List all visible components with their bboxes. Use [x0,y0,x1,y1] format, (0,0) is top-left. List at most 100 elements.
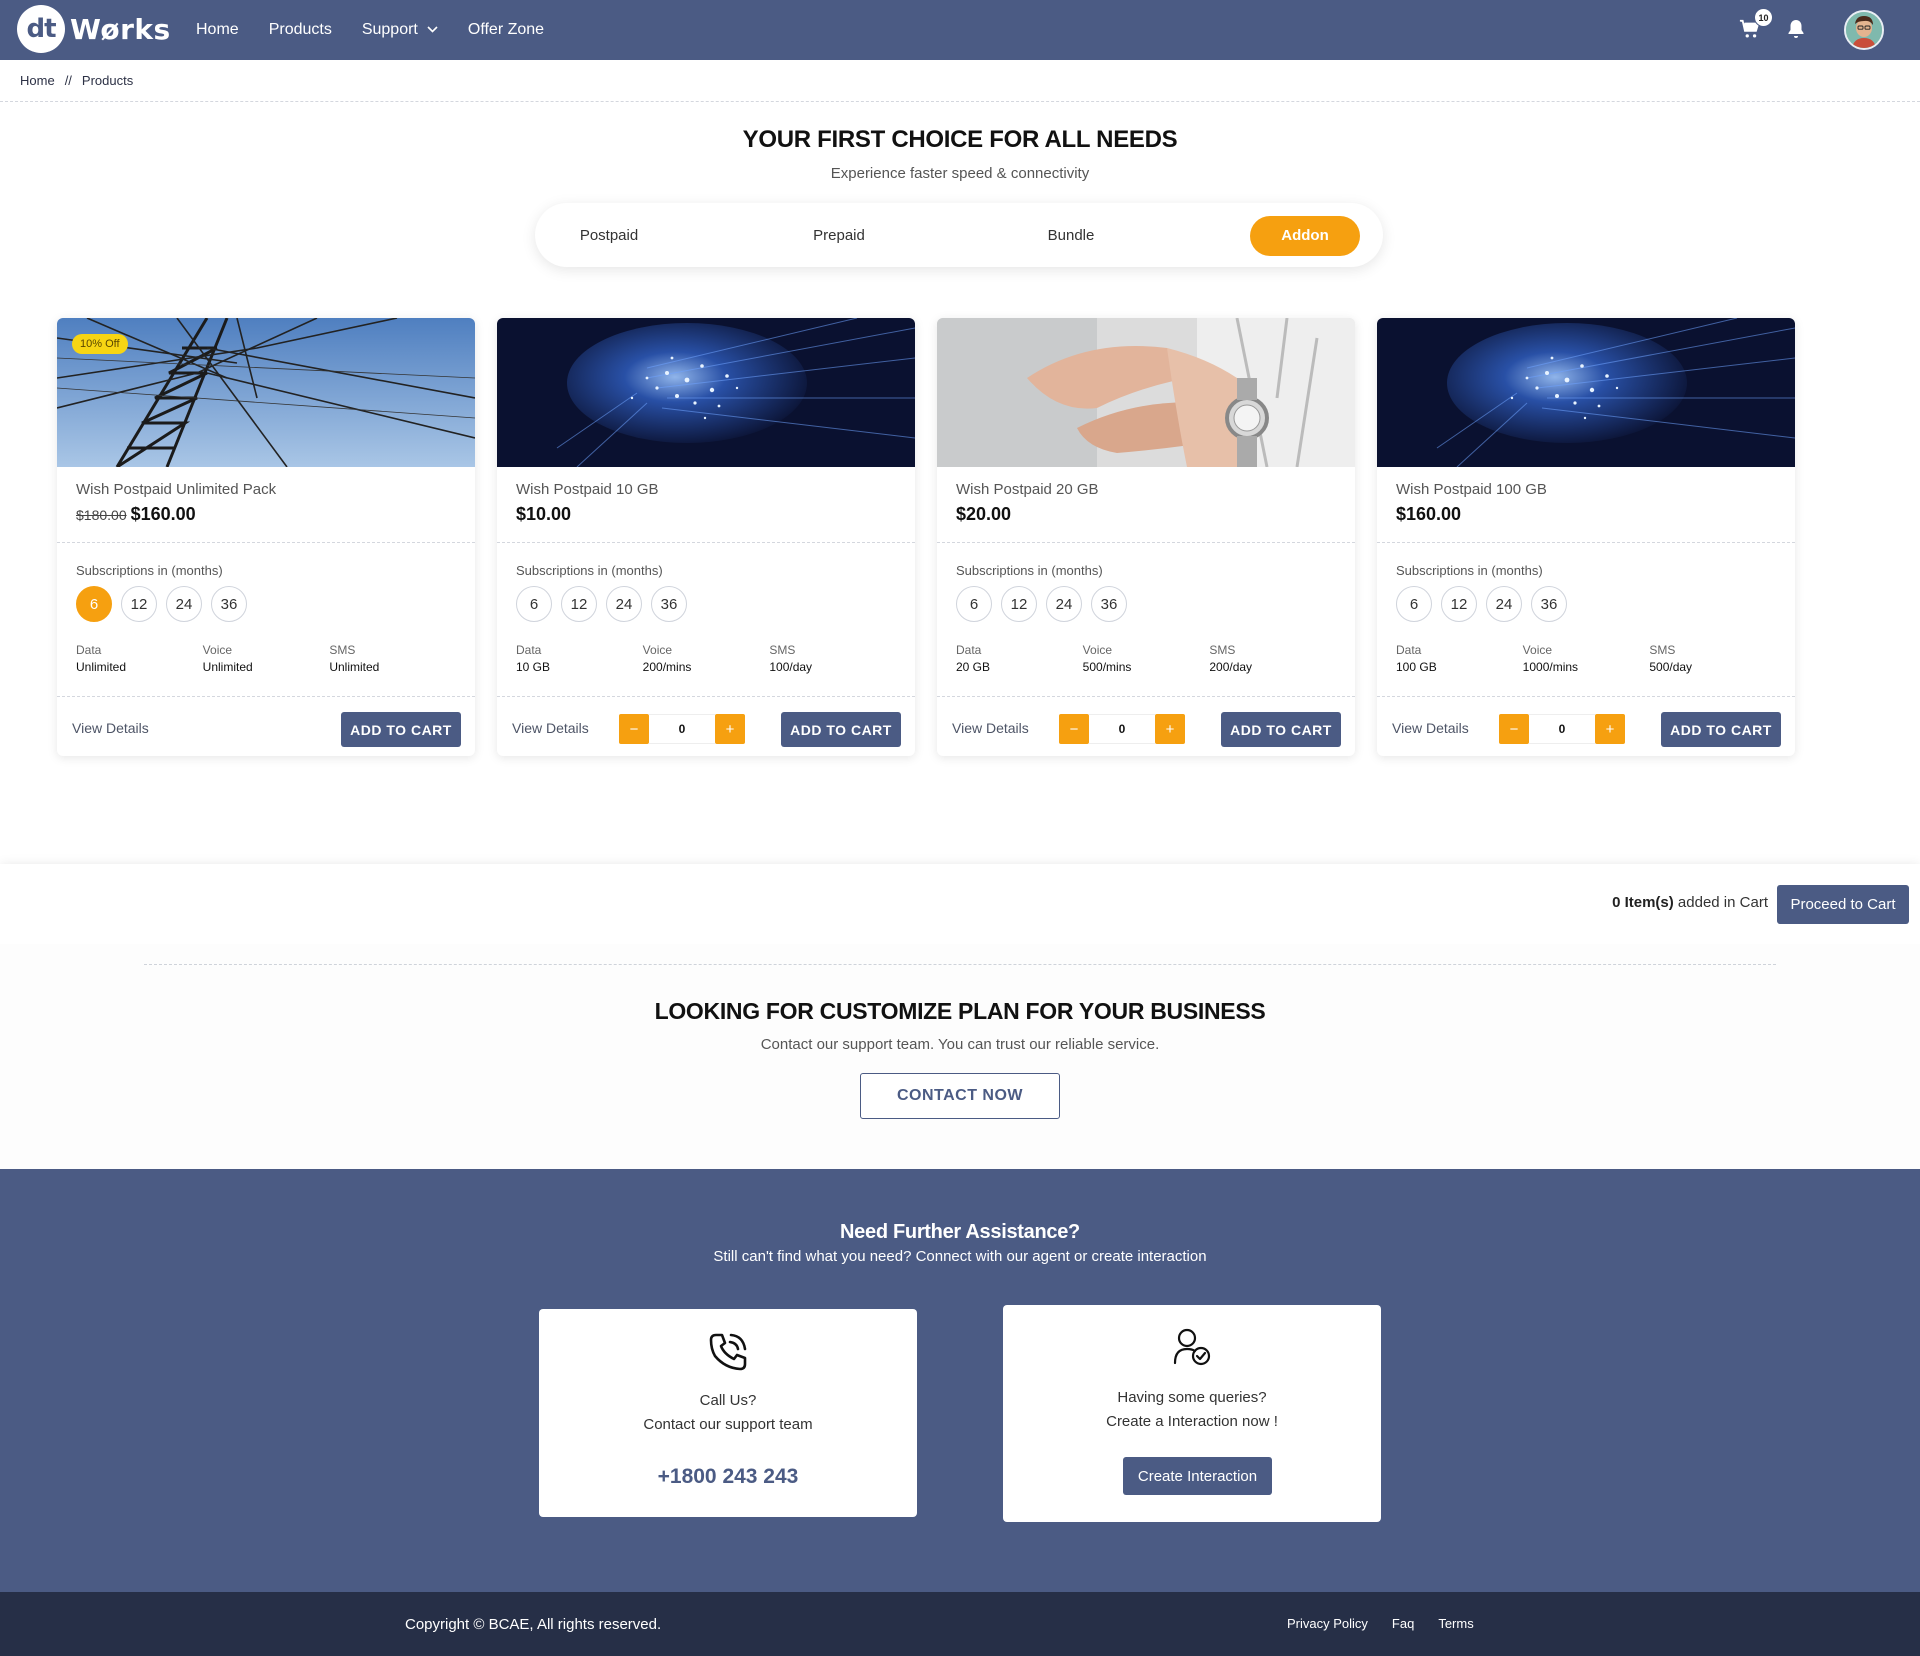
subscription-options: 6 12 24 36 [1396,586,1567,622]
subscription-options: 6 12 24 36 [76,586,247,622]
quantity-input[interactable]: 0 [1089,714,1155,744]
create-interaction-button[interactable]: Create Interaction [1123,1457,1272,1495]
spec-data: Data 20 GB [956,643,1083,674]
footer: Copyright © BCAE, All rights reserved. P… [0,1592,1920,1656]
spec-voice: Voice 1000/mins [1523,643,1650,674]
product-specs: Data Unlimited Voice Unlimited SMS Unlimite… [76,643,456,674]
spec-label: Data [76,643,102,657]
section-divider [144,964,1776,965]
subscription-option-24[interactable]: 24 [606,586,642,622]
subscription-option-12[interactable]: 12 [1441,586,1477,622]
add-to-cart-button[interactable]: ADD TO CART [1661,712,1781,747]
subscription-label: Subscriptions in (months) [956,563,1103,578]
view-details-link[interactable]: View Details [952,720,1029,736]
assistance-section: Need Further Assistance? Still can't fin… [0,1169,1920,1592]
breadcrumb-home[interactable]: Home [20,73,55,88]
spec-data: Data 10 GB [516,643,643,674]
spec-sms: SMS 200/day [1209,643,1336,674]
spec-label: Voice [1082,643,1113,657]
spec-label: Voice [202,643,233,657]
subscription-option-12[interactable]: 12 [561,586,597,622]
view-details-link[interactable]: View Details [512,720,589,736]
breadcrumb-current: Products [81,73,134,88]
tab-addon[interactable]: Addon [1250,216,1360,256]
view-details-link[interactable]: View Details [1392,720,1469,736]
subscription-option-12[interactable]: 12 [121,586,157,622]
footer-link-faq[interactable]: Faq [1392,1616,1414,1631]
nav-home[interactable]: Home [196,21,239,39]
subscription-option-6[interactable]: 6 [956,586,992,622]
quantity-input[interactable]: 0 [1529,714,1595,744]
subscription-option-12[interactable]: 12 [1001,586,1037,622]
product-image-phone-hands [937,318,1355,467]
subscription-option-36[interactable]: 36 [651,586,687,622]
tab-postpaid[interactable]: Postpaid [549,216,669,256]
add-to-cart-button[interactable]: ADD TO CART [341,712,461,747]
spec-value: Unlimited [76,660,127,674]
product-price: $20.00 [956,504,1012,524]
card-divider [497,696,915,697]
contact-now-button[interactable]: CONTACT NOW [860,1073,1060,1119]
tab-bundle[interactable]: Bundle [1011,216,1131,256]
subscription-option-24[interactable]: 24 [1486,586,1522,622]
nav-products-label: Products [268,21,332,38]
spec-value: 500/day [1649,660,1693,674]
subscription-option-36[interactable]: 36 [1091,586,1127,622]
decrement-button[interactable]: − [1499,714,1529,744]
increment-button[interactable]: + [715,714,745,744]
spec-value: 100 GB [1396,660,1437,674]
spec-label: Data [516,643,542,657]
spec-value: 10 GB [516,660,551,674]
subscription-label: Subscriptions in (months) [1396,563,1543,578]
subscription-option-36[interactable]: 36 [211,586,247,622]
card-divider [1377,696,1795,697]
assistance-title: Need Further Assistance? [840,1221,1080,1243]
decrement-button[interactable]: − [619,714,649,744]
subscription-option-24[interactable]: 24 [1046,586,1082,622]
support-phone-number[interactable]: +1800 243 243 [539,1465,917,1489]
spec-value: Unlimited [329,660,380,674]
header-actions: 10 [1739,0,1884,60]
increment-button[interactable]: + [1155,714,1185,744]
subscription-option-36[interactable]: 36 [1531,586,1567,622]
spec-data: Data 100 GB [1396,643,1523,674]
add-to-cart-button[interactable]: ADD TO CART [1221,712,1341,747]
cart-summary-bar: 0 Item(s) added in Cart Proceed to Cart [0,864,1920,944]
footer-link-privacy[interactable]: Privacy Policy [1287,1616,1368,1631]
spec-voice: Voice Unlimited [203,643,330,674]
quantity-input[interactable]: 0 [649,714,715,744]
spec-data: Data Unlimited [76,643,203,674]
subscription-option-24[interactable]: 24 [166,586,202,622]
breadcrumb: Home // Products [20,73,133,88]
user-avatar[interactable] [1844,10,1884,50]
page-title: YOUR FIRST CHOICE FOR ALL NEEDS [742,126,1178,153]
spec-label: Data [956,643,982,657]
tab-prepaid[interactable]: Prepaid [779,216,899,256]
cart-button[interactable]: 10 [1739,8,1773,42]
subscription-option-6[interactable]: 6 [1396,586,1432,622]
view-details-link[interactable]: View Details [72,720,149,736]
increment-button[interactable]: + [1595,714,1625,744]
nav-support[interactable]: Support [362,21,438,39]
notifications-button[interactable] [1787,19,1807,41]
footer-link-terms[interactable]: Terms [1438,1616,1473,1631]
proceed-to-cart-button[interactable]: Proceed to Cart [1777,885,1909,924]
subscription-option-6[interactable]: 6 [76,586,112,622]
brand-logo[interactable]: dt Wørks [17,5,171,53]
decrement-button[interactable]: − [1059,714,1089,744]
spec-value: 100/day [769,660,813,674]
call-us-text: Contact our support team [643,1416,813,1433]
nav-products[interactable]: Products [269,21,332,39]
page-subtitle: Experience faster speed & connectivity [830,165,1090,182]
nav-offer-zone-label: Offer Zone [467,21,545,38]
card-divider [1377,542,1795,543]
customize-subtitle: Contact our support team. You can trust … [760,1036,1160,1053]
breadcrumb-separator: // [64,73,72,88]
card-divider [497,542,915,543]
nav-offer-zone[interactable]: Offer Zone [468,21,544,39]
spec-label: SMS [1649,643,1676,657]
product-price: $10.00 [516,504,572,524]
add-to-cart-button[interactable]: ADD TO CART [781,712,901,747]
subscription-option-6[interactable]: 6 [516,586,552,622]
spec-label: SMS [329,643,356,657]
